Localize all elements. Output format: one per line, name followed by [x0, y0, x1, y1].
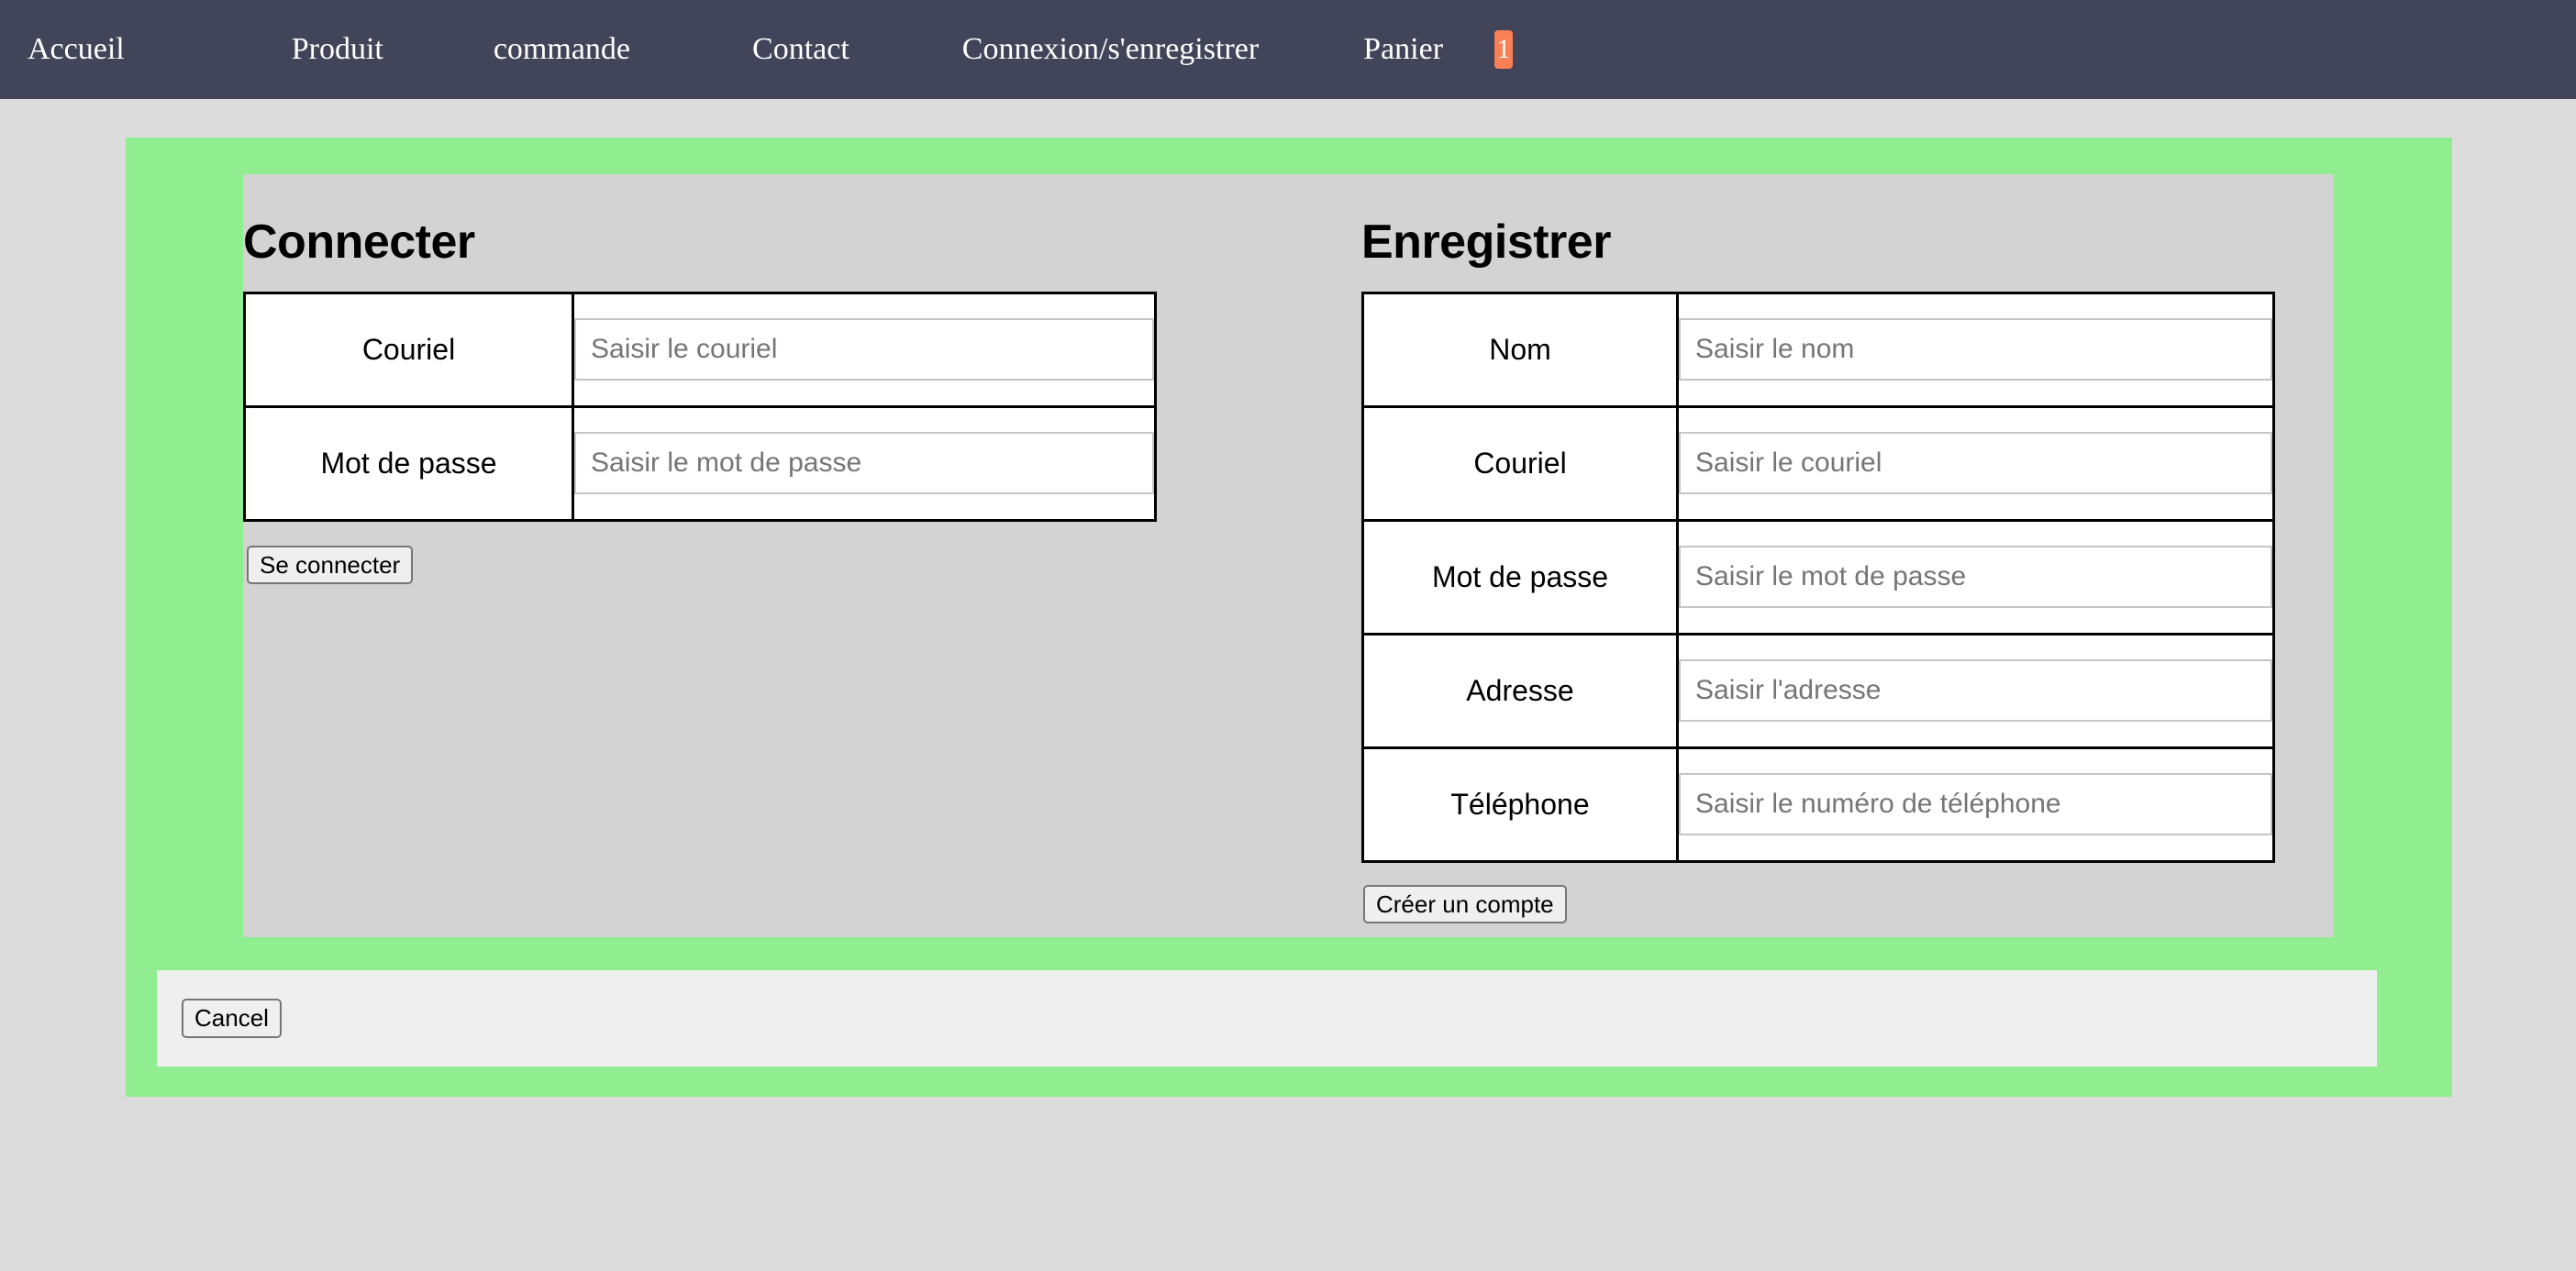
nav-item-accueil[interactable]: Accueil — [28, 34, 125, 65]
table-row: Mot de passe — [1361, 518, 2275, 636]
login-password-label: Mot de passe — [243, 404, 574, 522]
login-email-input[interactable] — [574, 318, 1154, 381]
register-phone-label: Téléphone — [1361, 746, 1679, 863]
register-name-label: Nom — [1361, 291, 1679, 408]
login-form-table: Couriel Mot de passe — [243, 291, 1157, 522]
login-email-cell — [572, 291, 1157, 408]
register-form-table: Nom Couriel Mot de passe — [1361, 291, 2275, 863]
register-email-label: Couriel — [1361, 404, 1679, 522]
login-title: Connecter — [243, 216, 475, 269]
login-password-cell — [572, 404, 1157, 522]
auth-panel: Connecter Couriel Mot de passe — [243, 174, 2334, 937]
register-address-label: Adresse — [1361, 632, 1679, 749]
register-title: Enregistrer — [1361, 216, 1611, 269]
table-row: Nom — [1361, 291, 2275, 408]
login-section: Connecter Couriel Mot de passe — [243, 174, 1298, 937]
register-phone-input[interactable] — [1679, 773, 2272, 836]
table-row: Couriel — [1361, 404, 2275, 522]
top-navigation-bar: Accueil Produit commande Contact Connexi… — [0, 0, 2576, 99]
nav-item-connexion[interactable]: Connexion/s'enregistrer — [962, 34, 1259, 65]
register-submit-button[interactable]: Créer un compte — [1363, 884, 1567, 924]
login-email-label: Couriel — [243, 291, 574, 408]
register-password-cell — [1676, 518, 2275, 636]
table-row: Couriel — [243, 291, 1157, 408]
footer-action-bar: Cancel — [157, 970, 2377, 1067]
nav-item-contact[interactable]: Contact — [752, 34, 849, 65]
register-email-cell — [1676, 404, 2275, 522]
login-submit-button[interactable]: Se connecter — [247, 545, 414, 585]
cancel-button[interactable]: Cancel — [182, 999, 282, 1038]
register-section: Enregistrer Nom Couriel — [1361, 174, 2334, 937]
register-password-input[interactable] — [1679, 546, 2272, 609]
auth-container: Connecter Couriel Mot de passe — [126, 138, 2452, 1097]
table-row: Téléphone — [1361, 746, 2275, 863]
nav-item-produit[interactable]: Produit — [292, 34, 383, 65]
register-address-input[interactable] — [1679, 659, 2272, 723]
cart-count-badge[interactable]: 1 — [1494, 30, 1514, 69]
register-name-cell — [1676, 291, 2275, 408]
register-phone-cell — [1676, 746, 2275, 863]
register-password-label: Mot de passe — [1361, 518, 1679, 636]
register-email-input[interactable] — [1679, 432, 2272, 495]
register-name-input[interactable] — [1679, 318, 2272, 381]
nav-item-panier[interactable]: Panier — [1363, 34, 1443, 65]
login-password-input[interactable] — [574, 432, 1154, 495]
nav-item-commande[interactable]: commande — [494, 34, 630, 65]
table-row: Mot de passe — [243, 404, 1157, 522]
register-address-cell — [1676, 632, 2275, 749]
table-row: Adresse — [1361, 632, 2275, 749]
